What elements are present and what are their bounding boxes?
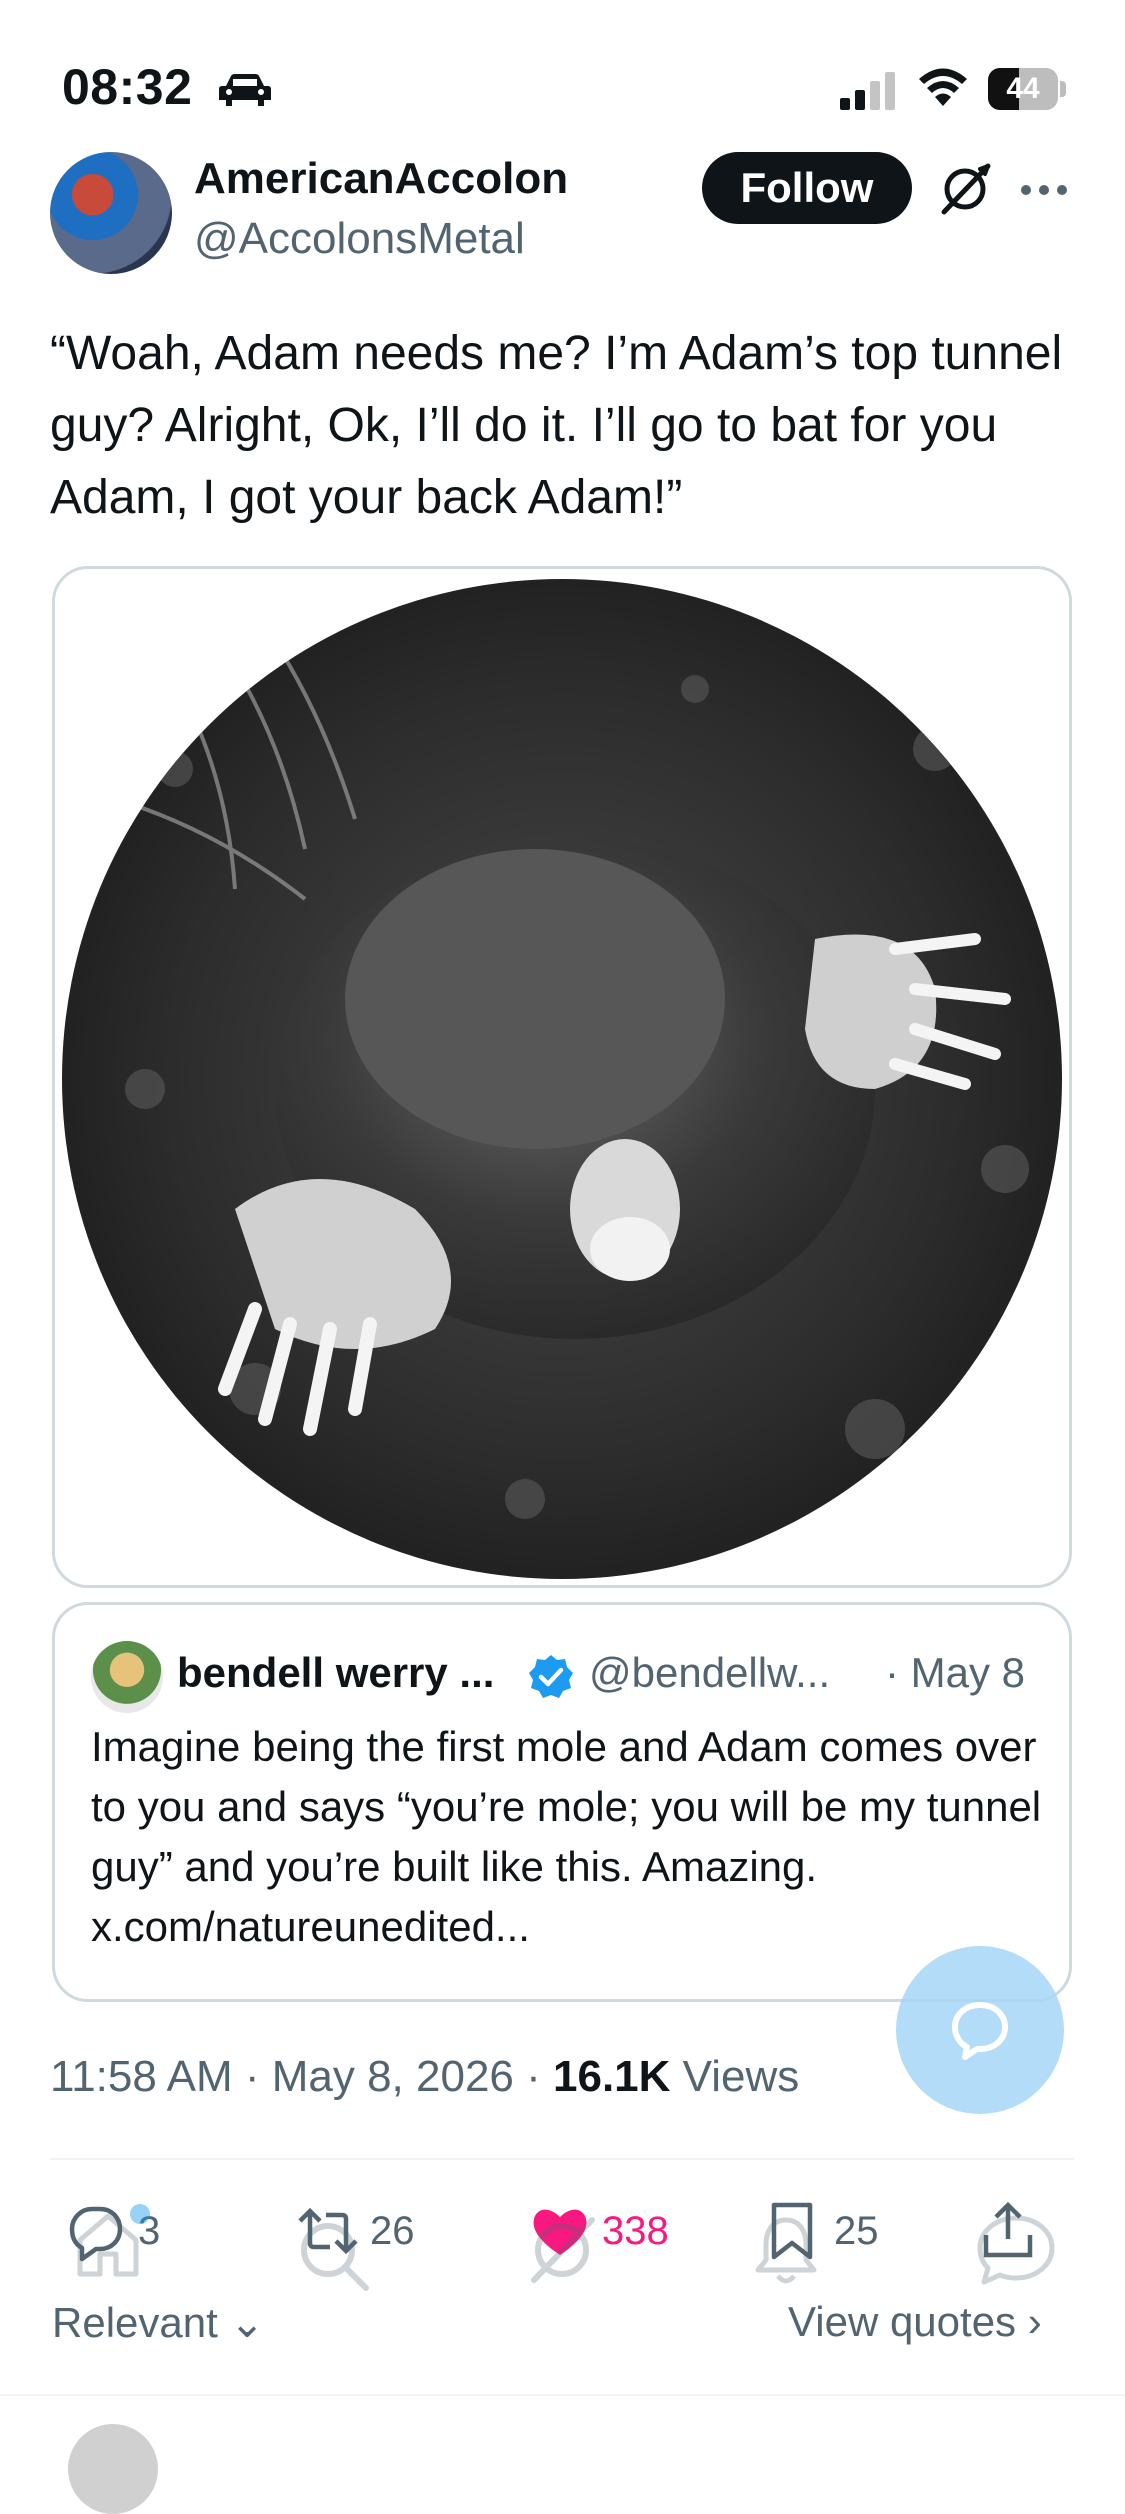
chevron-right-icon: ›	[1027, 2298, 1042, 2345]
battery-indicator: 44	[988, 68, 1066, 110]
car-icon	[219, 74, 271, 106]
retweet-count: 26	[370, 2208, 415, 2253]
next-reply-avatar[interactable]	[68, 2424, 158, 2514]
notification-dot	[130, 2204, 150, 2224]
author-handle[interactable]: @AccolonsMetal	[194, 214, 525, 264]
bell-icon[interactable]	[754, 2214, 818, 2288]
divider	[0, 2394, 1125, 2396]
quote-date: · May 8	[885, 1649, 1026, 1696]
grok-nav-icon[interactable]	[524, 2212, 600, 2288]
author-avatar[interactable]	[50, 152, 172, 274]
tweet-timestamp: 11:58 AM · May 8, 2026 ·	[50, 2052, 553, 2101]
signal-icon	[840, 72, 895, 110]
wifi-icon	[919, 68, 967, 106]
view-quotes-label: View quotes	[788, 2298, 1017, 2345]
quote-tweet-card[interactable]: bendell werry ... @bendellw... · May 8 I…	[52, 1602, 1072, 2002]
search-icon[interactable]	[296, 2218, 372, 2294]
author-display-name[interactable]: AmericanAccolon	[194, 154, 568, 204]
views-count: 16.1K	[553, 2052, 671, 2101]
views-label: Views	[670, 2052, 800, 2101]
quote-author-avatar[interactable]	[91, 1641, 163, 1713]
tweet-media[interactable]	[52, 566, 1072, 1588]
verified-icon	[529, 1655, 573, 1698]
more-icon[interactable]	[1018, 170, 1070, 210]
like-count: 338	[602, 2208, 669, 2253]
quote-text: Imagine being the first mole and Adam co…	[91, 1723, 1042, 1950]
chevron-down-icon: ⌄	[229, 2299, 265, 2346]
quote-author-handle: @bendellw...	[589, 1649, 831, 1696]
quote-author-name: bendell werry ...	[177, 1649, 495, 1696]
battery-text: 44	[1006, 72, 1040, 105]
tweet-meta: 11:58 AM · May 8, 2026 · 16.1K Views	[50, 2052, 799, 2102]
follow-button[interactable]: Follow	[702, 152, 912, 224]
grok-icon[interactable]	[936, 160, 994, 218]
sort-label: Relevant	[52, 2299, 218, 2346]
view-quotes-link[interactable]: View quotes ›	[788, 2298, 1042, 2346]
compose-reply-button[interactable]	[896, 1946, 1064, 2114]
message-icon[interactable]	[974, 2212, 1058, 2286]
bookmark-count: 25	[834, 2208, 879, 2253]
sort-dropdown[interactable]: Relevant ⌄	[52, 2298, 265, 2347]
divider	[50, 2158, 1074, 2160]
status-time: 08:32	[62, 59, 193, 115]
home-icon[interactable]	[74, 2212, 142, 2278]
mole-photo[interactable]	[55, 569, 1069, 1585]
tweet-text: “Woah, Adam needs me? I’m Adam’s top tun…	[50, 327, 1063, 524]
reply-bubble-icon	[952, 2002, 1008, 2060]
